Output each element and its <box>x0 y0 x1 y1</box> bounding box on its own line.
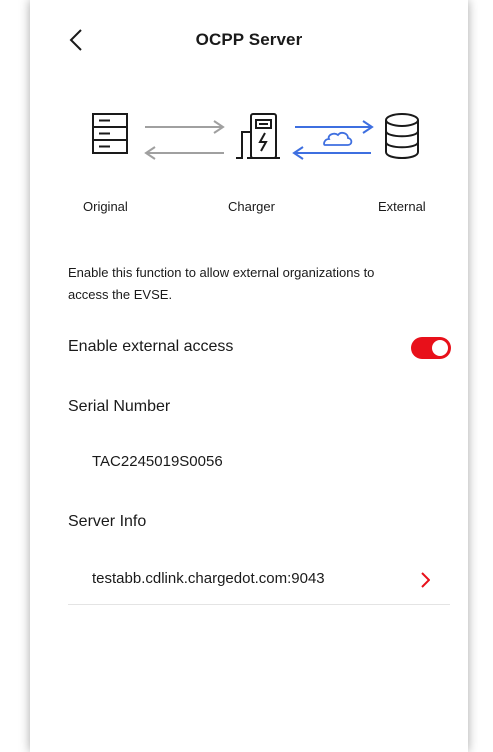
charger-label: Charger <box>228 199 275 214</box>
ocpp-diagram: Original Charger External <box>30 100 468 220</box>
cloud-icon <box>323 131 353 146</box>
server-info-value: testabb.cdlink.chargedot.com:9043 <box>92 570 325 587</box>
original-charger-arrows <box>144 120 225 160</box>
external-access-label: Enable external access <box>68 338 234 355</box>
phone-screen: OCPP Server Original Charger External En… <box>30 0 468 752</box>
server-info-title: Server Info <box>68 513 147 530</box>
external-label: External <box>378 199 426 214</box>
feature-description: Enable this function to allow external o… <box>68 265 375 302</box>
toggle-knob <box>432 340 448 356</box>
external-access-toggle[interactable] <box>411 337 451 359</box>
ev-charger-icon <box>236 113 280 159</box>
server-rack-icon <box>92 113 128 154</box>
serial-number-value: TAC2245019S0056 <box>92 453 223 470</box>
chevron-right-icon <box>421 572 430 588</box>
header: OCPP Server <box>30 0 468 80</box>
charger-external-arrows <box>292 120 374 160</box>
page-title: OCPP Server <box>195 30 303 49</box>
server-info-row[interactable]: testabb.cdlink.chargedot.com:9043 <box>68 566 450 605</box>
serial-number-title: Serial Number <box>68 398 171 415</box>
database-icon <box>385 113 419 159</box>
original-label: Original <box>83 199 128 214</box>
